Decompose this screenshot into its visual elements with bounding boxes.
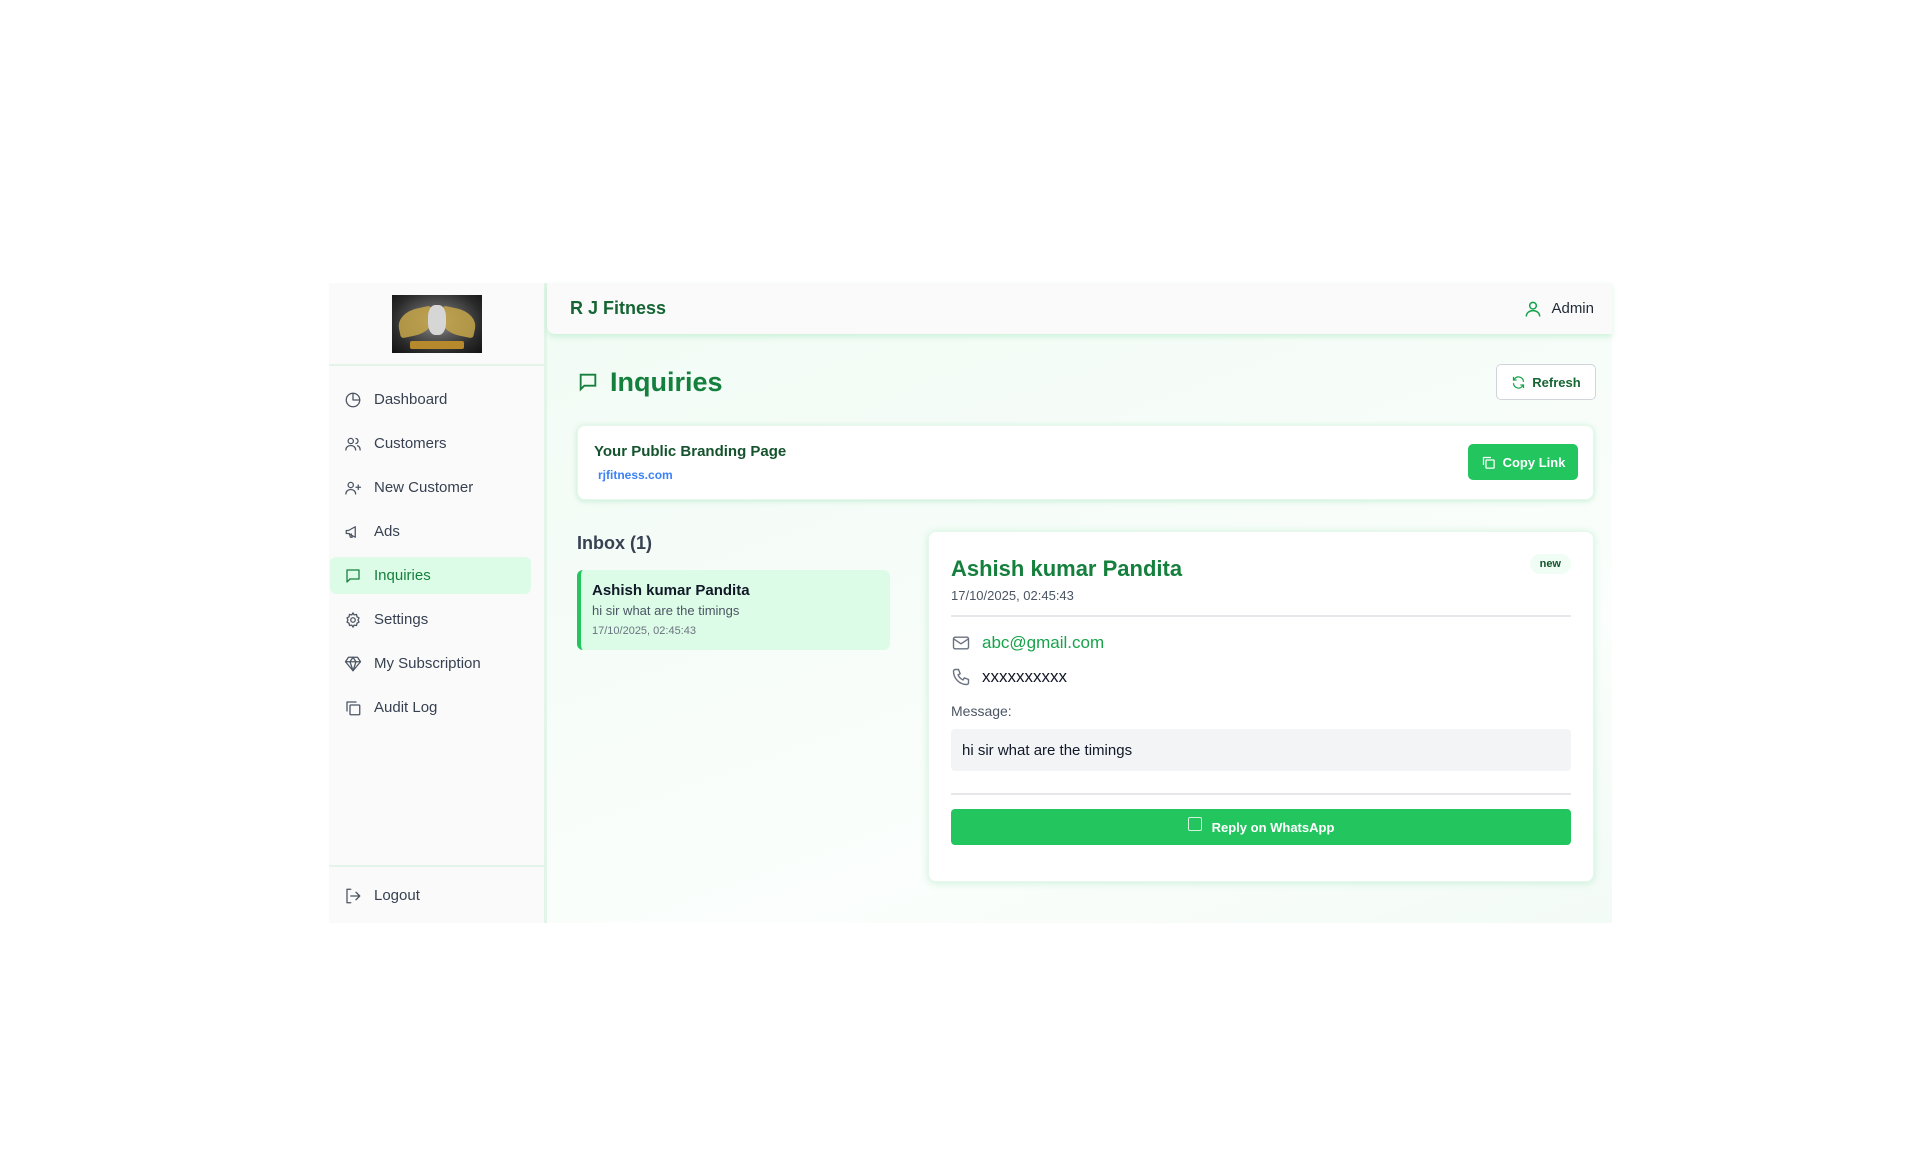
logout-area: Logout <box>329 865 544 923</box>
inbox-item-message: hi sir what are the timings <box>592 603 740 618</box>
sidebar-item-ads[interactable]: Ads <box>330 513 531 550</box>
reply-whatsapp-button[interactable]: Reply on WhatsApp <box>951 809 1571 845</box>
sidebar-item-label: Customers <box>374 435 447 452</box>
phone-icon <box>952 668 970 686</box>
logout-icon <box>346 888 361 903</box>
sidebar-item-dashboard[interactable]: Dashboard <box>330 381 531 418</box>
copy-link-label: Copy Link <box>1502 454 1566 470</box>
detail-email[interactable]: abc@gmail.com <box>982 633 1104 653</box>
email-row: abc@gmail.com <box>951 633 1571 653</box>
diamond-icon <box>344 656 362 671</box>
page-title-text: Inquiries <box>610 366 723 397</box>
gym-logo[interactable] <box>391 294 482 353</box>
user-menu[interactable]: Admin <box>1523 299 1594 319</box>
sidebar-item-label: New Customer <box>374 479 474 496</box>
detail-phone[interactable]: xxxxxxxxxx <box>982 667 1067 687</box>
page-title: Inquiries <box>577 367 723 398</box>
sidebar-item-label: Ads <box>374 523 400 540</box>
sidebar: Dashboard Customers New Customer Ads Inq… <box>329 283 547 923</box>
sidebar-item-label: My Subscription <box>374 655 481 672</box>
detail-name: Ashish kumar Pandita <box>951 556 1183 581</box>
message-icon <box>346 568 360 583</box>
branding-title: Your Public Branding Page <box>594 443 787 460</box>
sidebar-item-settings[interactable]: Settings <box>330 601 531 638</box>
sidebar-item-label: Inquiries <box>374 567 431 584</box>
whatsapp-icon <box>1187 817 1202 831</box>
copy-icon <box>1482 456 1495 469</box>
app-shell: Dashboard Customers New Customer Ads Inq… <box>329 283 1612 923</box>
divider <box>951 615 1571 617</box>
message-box: hi sir what are the timings <box>951 729 1571 771</box>
inbox-item-name: Ashish kumar Pandita <box>592 582 750 599</box>
mail-icon <box>952 636 970 650</box>
divider <box>951 793 1571 795</box>
megaphone-icon <box>345 525 356 538</box>
pie-chart-icon <box>345 392 361 407</box>
user-label: Admin <box>1551 300 1594 317</box>
page-header: Inquiries Refresh <box>577 364 1596 400</box>
sidebar-item-label: Settings <box>374 611 429 628</box>
refresh-icon <box>1513 375 1525 389</box>
refresh-label: Refresh <box>1532 374 1581 390</box>
phone-row: xxxxxxxxxx <box>951 667 1571 687</box>
users-icon <box>345 437 361 451</box>
gear-icon <box>346 611 360 628</box>
branding-link[interactable]: rjfitness.com <box>598 468 673 482</box>
sidebar-item-customers[interactable]: Customers <box>330 425 531 462</box>
main-content: R J Fitness Admin Inquiries Refresh Your… <box>547 283 1612 923</box>
top-bar: R J Fitness Admin <box>547 283 1612 334</box>
copy-icon <box>346 700 361 715</box>
sidebar-item-label: Audit Log <box>374 699 438 716</box>
refresh-button[interactable]: Refresh <box>1496 364 1596 400</box>
logout-button[interactable]: Logout <box>330 877 531 914</box>
message-icon <box>579 373 597 392</box>
logo-area <box>329 283 544 366</box>
branding-card: Your Public Branding Page rjfitness.com … <box>577 425 1594 500</box>
brand-name: R J Fitness <box>570 298 667 318</box>
inquiry-detail-card: Ashish kumar Pandita 17/10/2025, 02:45:4… <box>928 531 1594 882</box>
user-icon <box>1526 301 1541 317</box>
copy-link-button[interactable]: Copy Link <box>1468 444 1578 480</box>
user-plus-icon <box>345 481 362 495</box>
sidebar-item-new-customer[interactable]: New Customer <box>330 469 531 506</box>
sidebar-item-my-subscription[interactable]: My Subscription <box>330 645 531 682</box>
detail-date: 17/10/2025, 02:45:43 <box>951 588 1074 603</box>
inbox-item-date: 17/10/2025, 02:45:43 <box>592 625 696 637</box>
status-badge: new <box>1529 554 1571 574</box>
sidebar-item-audit-log[interactable]: Audit Log <box>330 689 531 726</box>
sidebar-item-inquiries[interactable]: Inquiries <box>330 557 531 594</box>
inbox-list-item[interactable]: Ashish kumar Pandita hi sir what are the… <box>577 570 890 650</box>
sidebar-nav: Dashboard Customers New Customer Ads Inq… <box>329 366 544 726</box>
reply-whatsapp-label: Reply on WhatsApp <box>1211 819 1335 835</box>
logout-label: Logout <box>374 887 420 904</box>
sidebar-item-label: Dashboard <box>374 391 448 408</box>
inbox-heading: Inbox (1) <box>577 533 652 553</box>
message-label: Message: <box>951 703 1012 719</box>
